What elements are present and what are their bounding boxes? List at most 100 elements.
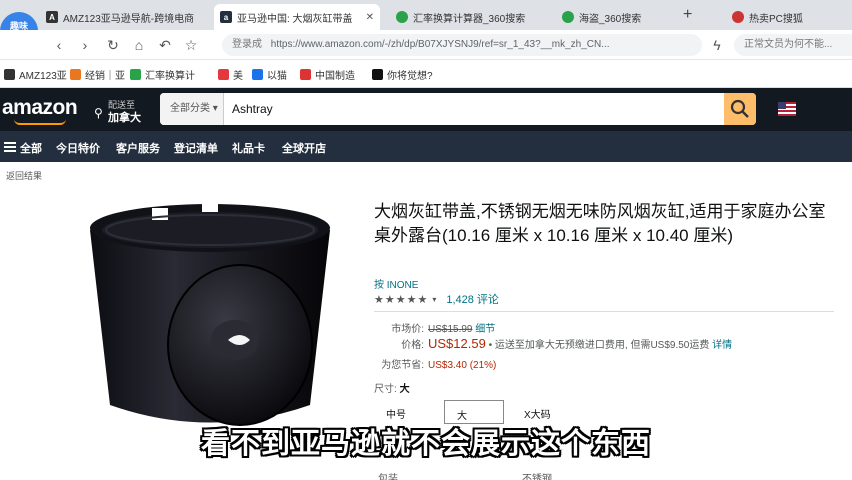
bookmark-favicon-icon: [300, 68, 311, 80]
bookmark-item[interactable]: 美: [218, 66, 243, 82]
tab-amz123[interactable]: A AMZ123亚马逊导航-跨境电商: [40, 4, 208, 30]
category-select[interactable]: 全部分类 ▾: [160, 93, 224, 125]
savings-label: 为您节省:: [381, 360, 424, 371]
language-flag-icon[interactable]: [778, 102, 796, 116]
tab-label: 海盗_360搜索: [579, 13, 642, 25]
browser-nav-bar: ‹ › ↻ ⌂ ↶ ☆ 登录成 https://www.amazon.com/-…: [0, 30, 852, 60]
star-rating-icon: ★★★★★: [374, 293, 429, 306]
back-arrow-icon[interactable]: ‹: [50, 36, 68, 54]
bookmark-label: AMZ123亚: [19, 70, 67, 82]
bookmark-favicon-icon: [252, 68, 263, 80]
list-price-row: 市场价: US$15.99 细节: [374, 320, 495, 335]
size-selected-value: 大: [399, 384, 410, 395]
deliver-line2: 加拿大: [108, 112, 141, 124]
bookmark-item[interactable]: AMZ123亚: [4, 66, 67, 82]
bookmark-label: 你将觉想?: [387, 70, 433, 82]
amazon-logo[interactable]: amazon: [2, 96, 78, 120]
size-label-text: 尺寸:: [374, 384, 397, 395]
url-text: https://www.amazon.com/-/zh/dp/B07XJYSNJ…: [270, 39, 610, 50]
product-title: 大烟灰缸带盖,不锈钢无烟无味防风烟灰缸,适用于家庭办公室桌外露台(10.16 厘…: [374, 202, 826, 245]
home-icon[interactable]: ⌂: [130, 36, 148, 54]
list-price-label: 市场价:: [391, 324, 424, 335]
new-tab-icon[interactable]: +: [683, 6, 692, 24]
reload-icon[interactable]: ↻: [104, 36, 122, 54]
360-favicon-icon: [396, 11, 408, 23]
list-price: US$15.99: [428, 324, 473, 335]
bookmark-item[interactable]: 以猫: [252, 66, 287, 82]
bookmark-label: 汇率换算计: [145, 70, 195, 82]
bookmark-favicon-icon: [372, 68, 383, 80]
secure-label: 登录成: [232, 39, 262, 50]
undo-icon[interactable]: ↶: [156, 36, 174, 54]
option-value: 不锈钢: [522, 474, 552, 480]
close-tab-icon[interactable]: ✕: [366, 12, 374, 23]
video-subtitle: 看不到亚马逊就不会展示这个东西: [200, 428, 651, 460]
bookmark-label: 经销｜亚: [85, 70, 125, 82]
size-label: 尺寸: 大: [374, 380, 410, 395]
tab-label: 热卖PC搜狐: [749, 13, 803, 25]
shipping-note: • 运送至加拿大无预缴进口费用, 但需US$9.50运费: [488, 340, 710, 351]
lightning-icon[interactable]: ϟ: [708, 36, 726, 54]
tab-sohu[interactable]: 热卖PC搜狐: [726, 4, 852, 30]
amazon-search-bar: 全部分类 ▾ Ashtray: [160, 93, 756, 125]
amazon-subnav: 全部 今日特价 客户服务 登记清单 礼品卡 全球开店: [0, 131, 852, 162]
forward-arrow-icon[interactable]: ›: [76, 36, 94, 54]
tab-exchange-rate[interactable]: 汇率换算计算器_360搜索: [390, 4, 548, 30]
subnav-all[interactable]: 全部: [20, 140, 42, 156]
bookmark-item[interactable]: 中国制造: [300, 66, 355, 82]
bookmark-item[interactable]: 经销｜亚: [70, 66, 125, 82]
bookmark-label: 以猫: [267, 70, 287, 82]
hamburger-menu-icon[interactable]: [4, 142, 16, 152]
bookmark-favicon-icon: [4, 68, 15, 80]
browser-search-box[interactable]: 正常文员为何不能...: [734, 34, 852, 56]
tab-amazon[interactable]: a 亚马逊中国: 大烟灰缸带盖 ✕: [214, 4, 380, 30]
savings-row: 为您节省: US$3.40 (21%): [374, 356, 496, 371]
bookmarks-bar: AMZ123亚 经销｜亚 汇率换算计 美 以猫 中国制造 你将觉想?: [0, 60, 852, 88]
subnav-registry[interactable]: 登记清单: [174, 140, 218, 156]
divider: [374, 311, 834, 312]
bookmark-favicon-icon: [130, 68, 141, 80]
star-bookmark-icon[interactable]: ☆: [182, 36, 200, 54]
bookmark-favicon-icon: [70, 68, 81, 80]
price-row: 价格: US$12.59 • 运送至加拿大无预缴进口费用, 但需US$9.50运…: [374, 336, 732, 351]
category-label: 全部分类: [170, 103, 210, 114]
option-label: 包装: [378, 474, 398, 480]
screen: A AMZ123亚马逊导航-跨境电商 a 亚马逊中国: 大烟灰缸带盖 ✕ 汇率换…: [0, 0, 852, 480]
bookmark-item[interactable]: 你将觉想?: [372, 66, 433, 82]
price-value: US$12.59: [428, 336, 486, 351]
amz123-favicon-icon: A: [46, 11, 58, 23]
chevron-down-icon[interactable]: ▾: [432, 295, 436, 304]
price-label: 价格:: [401, 340, 424, 351]
sohu-favicon-icon: [732, 11, 744, 23]
rating-row[interactable]: ★★★★★ ▾ 1,428 评论: [374, 291, 499, 307]
subnav-deals[interactable]: 今日特价: [56, 140, 100, 156]
search-button[interactable]: [724, 93, 756, 125]
tab-label: 亚马逊中国: 大烟灰缸带盖: [237, 13, 353, 25]
subnav-sell[interactable]: 全球开店: [282, 140, 326, 156]
rating-count[interactable]: 1,428 评论: [446, 291, 499, 307]
brand-link[interactable]: 按 INONE: [374, 276, 418, 291]
tab-label: AMZ123亚马逊导航-跨境电商: [63, 13, 195, 25]
bookmark-item[interactable]: 汇率换算计: [130, 66, 195, 82]
amazon-smile-icon: [14, 119, 66, 125]
account-line1: 您好,登: [820, 186, 852, 197]
browser-tab-strip: A AMZ123亚马逊导航-跨境电商 a 亚马逊中国: 大烟灰缸带盖 ✕ 汇率换…: [0, 0, 852, 30]
tab-haidao[interactable]: 海盗_360搜索: [556, 4, 674, 30]
bookmark-label: 中国制造: [315, 70, 355, 82]
tab-label: 汇率换算计算器_360搜索: [413, 13, 526, 25]
amazon-favicon-icon: a: [220, 11, 232, 23]
search-input[interactable]: Ashtray: [232, 93, 273, 125]
bookmark-label: 美: [233, 70, 243, 82]
savings-value: US$3.40 (21%): [428, 360, 497, 371]
bookmark-favicon-icon: [218, 68, 229, 80]
subnav-customer-service[interactable]: 客户服务: [116, 140, 160, 156]
shipping-details-link[interactable]: 详情: [712, 336, 732, 351]
360-favicon-icon: [562, 11, 574, 23]
browser-search-text: 正常文员为何不能...: [744, 39, 833, 50]
breadcrumb[interactable]: 返回结果: [6, 169, 42, 182]
subnav-gift-cards[interactable]: 礼品卡: [232, 140, 265, 156]
search-icon: [730, 99, 749, 118]
list-price-details-link[interactable]: 细节: [475, 320, 495, 335]
location-pin-icon: ⚲: [94, 106, 103, 120]
address-bar[interactable]: 登录成 https://www.amazon.com/-/zh/dp/B07XJ…: [222, 34, 702, 56]
